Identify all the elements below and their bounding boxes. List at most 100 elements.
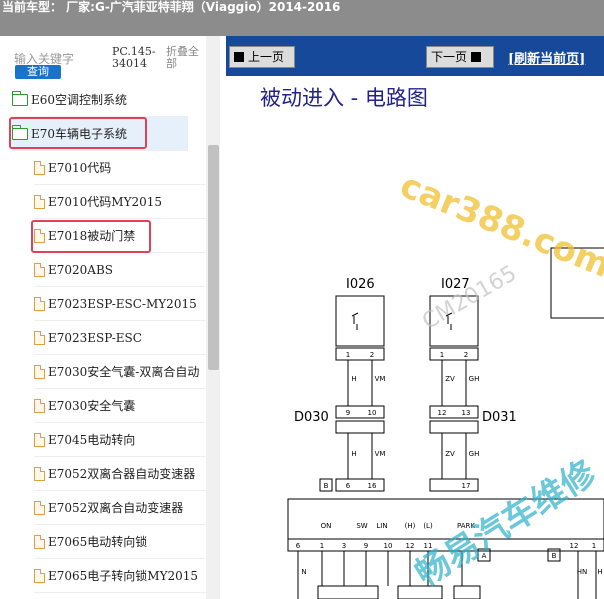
tag-label: B [324, 482, 329, 490]
pin-label: 12 [570, 542, 579, 550]
tree-item-label: E7052双离合自动变速器 [48, 501, 184, 515]
pin-label: 9 [364, 542, 368, 550]
module-pin-label: (H) [405, 522, 416, 530]
wire-label: GH [469, 375, 480, 383]
file-icon [34, 160, 45, 175]
pin-label: 6 [296, 542, 301, 550]
pin-label: 2 [464, 351, 468, 359]
wire-label: N [301, 568, 306, 576]
vehicle-header: 当前车型： 厂家:G-广汽菲亚特菲翔（Viaggio）2014-2016 [0, 0, 604, 36]
tree-item[interactable]: E7030安全气囊-双离合自动 [34, 355, 206, 389]
document-title: 被动进入 - 电路图 [260, 86, 428, 110]
prev-page-label: 上一页 [248, 50, 285, 64]
module-pin-label: (L) [423, 522, 433, 530]
splice-label-left: D030 [294, 410, 329, 425]
pin-label: 2 [370, 351, 374, 359]
watermark-brand: 畅易汽车维修 [409, 452, 604, 595]
connector-label-left: I026 [346, 277, 375, 292]
tree-item[interactable]: E7045电动转向 [34, 423, 206, 457]
prev-icon [234, 52, 244, 62]
next-icon [471, 52, 482, 62]
splice-label-right: D031 [482, 410, 517, 425]
wire-label: GH [469, 450, 480, 458]
pin-label: 1 [320, 542, 324, 550]
file-icon [34, 364, 45, 379]
wire-label: H [351, 450, 356, 458]
pin-label: 1 [592, 542, 596, 550]
tree-item-label: E60空调控制系统 [31, 93, 128, 107]
tree-item-label: E7030安全气囊-双离合自动 [48, 365, 200, 379]
file-icon [34, 534, 45, 549]
connector-box-left [335, 295, 385, 347]
module-pin-label: ON [321, 522, 332, 530]
highlight-box-e70 [9, 117, 147, 149]
tree-item[interactable]: E7030安全气囊 [34, 389, 206, 423]
pin-label: 17 [462, 482, 471, 490]
tree-item[interactable]: E7020ABS [34, 253, 206, 287]
file-icon [34, 432, 45, 447]
file-icon [34, 262, 45, 277]
tree-item-label: E7023ESP-ESC [48, 330, 142, 345]
wire-label: VM [375, 375, 386, 383]
sidebar-scrollbar-thumb[interactable] [208, 145, 219, 370]
prev-page-button[interactable]: 上一页 [229, 46, 295, 68]
file-icon [34, 398, 45, 413]
pin-label: 12 [406, 542, 415, 550]
tree-item[interactable]: E7065电动转向锁 [34, 525, 206, 559]
wire-label: VM [375, 450, 386, 458]
wire-label: H [351, 375, 356, 383]
file-icon [34, 568, 45, 583]
content-pane: 上一页 下一页 [刷新当前页] 被动进入 - 电路图 I026 I027 D03… [226, 36, 604, 599]
pin-label: 3 [342, 542, 346, 550]
folder-icon [12, 90, 28, 106]
file-icon [34, 296, 45, 311]
tree-item[interactable]: E7052双离合自动变速器 [34, 491, 206, 525]
tree-item[interactable]: E7023ESP-ESC-MY2015 [34, 287, 206, 321]
pin-label: 12 [438, 409, 447, 417]
wire-label: ZV [445, 450, 455, 458]
pin-label: 16 [368, 482, 377, 490]
tree-item[interactable]: E60空调控制系统 [12, 83, 188, 117]
circuit-diagram: I026 I027 D030 D031 1 2 1 2 H VM ZV GH 9… [287, 165, 604, 599]
file-icon [34, 500, 45, 515]
tree-item-label: E7045电动转向 [48, 433, 136, 447]
next-page-label: 下一页 [431, 50, 468, 64]
tree-item-label: E7065电子转向锁MY2015 [48, 569, 199, 583]
file-icon [34, 330, 45, 345]
search-button[interactable]: 查询 [15, 65, 61, 79]
tree-item[interactable]: E7010代码MY2015 [34, 185, 206, 219]
tree-item-label: E7065电动转向锁 [48, 535, 148, 549]
tree-item-label: E7030安全气囊 [48, 399, 136, 413]
pin-label: 1 [440, 351, 444, 359]
vehicle-label: 当前车型： 厂家:G-广汽菲亚特菲翔（Viaggio）2014-2016 [2, 0, 341, 14]
switch-icon-left [351, 312, 359, 330]
module-pin-label: SW [356, 522, 367, 530]
tree-item-label: E7010代码 [48, 161, 112, 175]
tree-item[interactable]: E7052双离合器自动变速器 [34, 457, 206, 491]
tree-item[interactable]: E7023ESP-ESC [34, 321, 206, 355]
refresh-page-link[interactable]: [刷新当前页] [508, 48, 585, 67]
tree-item[interactable]: E7065电子转向锁MY2015 [34, 559, 206, 593]
pin-label: 1 [346, 351, 350, 359]
watermark-code: CM20165 [418, 261, 521, 335]
pin-label: 9 [346, 409, 350, 417]
next-page-button[interactable]: 下一页 [426, 46, 494, 68]
module-pin-label: LIN [376, 522, 387, 530]
pin-label: 13 [462, 409, 471, 417]
tree-item[interactable]: E7010代码 [34, 151, 206, 185]
collapse-all-link[interactable]: 折叠全部 [166, 46, 204, 70]
pin-label: 6 [346, 482, 351, 490]
wire-label: ZV [445, 375, 455, 383]
pin-label: 10 [368, 409, 377, 417]
pin-label: 10 [384, 542, 393, 550]
file-icon [34, 466, 45, 481]
sidebar: 输入关键字 查询 PC.145-34014 折叠全部 E60空调控制系统 E70车… [0, 36, 224, 599]
tree-item-label: E7023ESP-ESC-MY2015 [48, 296, 197, 311]
wire-label: H [597, 568, 602, 576]
watermarks: car388.com CM20165 畅易汽车维修 [395, 165, 604, 594]
file-icon [34, 194, 45, 209]
pc-code: PC.145-34014 [112, 45, 156, 70]
tag-label: B [552, 552, 557, 560]
tree-item-label: E7010代码MY2015 [48, 195, 163, 209]
tree-item-label: E7052双离合器自动变速器 [48, 467, 196, 481]
